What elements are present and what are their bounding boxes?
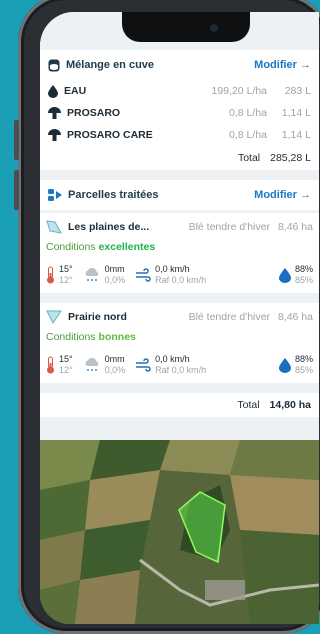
humidity-drop-icon	[278, 267, 291, 283]
temperature: 15° 12°	[46, 264, 73, 286]
parcel-crop: Blé tendre d'hiver	[188, 221, 270, 233]
humidity-low: 85%	[294, 275, 313, 285]
rain-amount: 0mm	[104, 354, 125, 364]
rain: 0mm 0,0%	[83, 264, 126, 286]
camera	[210, 24, 218, 32]
product-total: 283 L	[284, 85, 311, 97]
rain-amount: 0mm	[104, 264, 125, 274]
humidity-value: 88%	[294, 264, 313, 274]
satellite-map[interactable]	[40, 440, 319, 624]
rain: 0mm 0,0%	[83, 354, 126, 376]
divider	[40, 293, 319, 303]
temp-low: 12°	[59, 365, 73, 375]
mushroom-icon	[48, 129, 61, 141]
product-rate: 0,8 L/ha	[229, 129, 267, 141]
app-screen: Mélange en cuve Modifier → EAU 199,20 L/…	[40, 12, 319, 624]
tank-icon	[48, 59, 60, 72]
thermometer-icon	[46, 356, 55, 374]
weather-row: 15° 12° 0mm 0,0% 0,0 km/h Raf 0,0 km/h 8…	[40, 257, 319, 293]
conditions-value: excellentes	[98, 241, 156, 253]
temp-low: 12°	[59, 275, 73, 285]
product-row[interactable]: PROSARO CARE 0,8 L/ha 1,14 L	[40, 124, 319, 146]
parcel-item[interactable]: Prairie nord Blé tendre d'hiver 8,46 ha …	[40, 303, 319, 383]
parcels-icon	[48, 189, 62, 201]
rain-probability: 0,0%	[104, 275, 126, 285]
wind-speed: 0,0 km/h	[155, 264, 190, 274]
parcels-title: Parcelles traitées	[68, 189, 159, 201]
product-rate: 0,8 L/ha	[229, 107, 267, 119]
wind-gust: Raf 0,0 km/h	[155, 365, 207, 375]
cloud-rain-icon	[83, 267, 101, 283]
humidity-drop-icon	[278, 357, 291, 373]
product-row[interactable]: PROSARO 0,8 L/ha 1,14 L	[40, 102, 319, 124]
parcels-card: Parcelles traitées Modifier →	[40, 180, 319, 210]
humidity: 88% 85%	[278, 264, 313, 286]
product-total: 1,14 L	[281, 129, 311, 141]
wind: 0,0 km/h Raf 0,0 km/h	[135, 264, 206, 286]
wind-icon	[135, 358, 151, 372]
parcels-total-row: Total 14,80 ha	[40, 393, 319, 417]
humidity: 88% 85%	[278, 354, 313, 376]
wind-speed: 0,0 km/h	[155, 354, 190, 364]
wind-gust: Raf 0,0 km/h	[155, 275, 207, 285]
conditions-label: Conditions	[46, 241, 96, 253]
conditions-label: Conditions	[46, 331, 96, 343]
product-name: PROSARO CARE	[67, 129, 153, 141]
parcel-header: Prairie nord Blé tendre d'hiver 8,46 ha	[40, 303, 319, 331]
parcels-header: Parcelles traitées Modifier →	[40, 180, 319, 210]
weather-row: 15° 12° 0mm 0,0% 0,0 km/h Raf 0,0 km/h 8…	[40, 347, 319, 383]
humidity-low: 85%	[294, 365, 313, 375]
parcel-header: Les plaines de... Blé tendre d'hiver 8,4…	[40, 213, 319, 241]
parcel-name: Prairie nord	[68, 311, 127, 323]
product-total: 1,14 L	[281, 107, 311, 119]
tank-mix-title: Mélange en cuve	[66, 59, 155, 71]
thermometer-icon	[46, 266, 55, 284]
parcel-name: Les plaines de...	[68, 221, 150, 233]
parcels-total-label: Total	[237, 399, 260, 411]
notch	[122, 12, 250, 42]
divider	[40, 383, 319, 393]
tank-total-label: Total	[237, 152, 261, 164]
conditions: Conditions bonnes	[40, 331, 319, 347]
mushroom-icon	[48, 107, 61, 119]
parcel-area: 8,46 ha	[277, 311, 313, 323]
arrow-right-icon: →	[300, 189, 311, 201]
temperature: 15° 12°	[46, 354, 73, 376]
tank-mix-header: Mélange en cuve Modifier →	[40, 50, 319, 80]
parcel-crop: Blé tendre d'hiver	[188, 311, 270, 323]
wind-icon	[135, 268, 151, 282]
parcels-total-card: Total 14,80 ha	[40, 393, 319, 417]
temp-high: 15°	[59, 264, 73, 274]
product-rate: 199,20 L/ha	[211, 85, 267, 97]
parcels-total-value: 14,80 ha	[269, 399, 311, 411]
rain-probability: 0,0%	[104, 365, 126, 375]
volume-button	[14, 120, 19, 160]
product-name: PROSARO	[67, 107, 121, 119]
humidity-value: 88%	[294, 354, 313, 364]
drop-icon	[48, 84, 58, 98]
tank-total-value: 285,28 L	[270, 152, 311, 164]
temp-high: 15°	[59, 354, 73, 364]
tank-total-row: Total 285,28 L	[40, 146, 319, 170]
tank-mix-card: Mélange en cuve Modifier → EAU 199,20 L/…	[40, 50, 319, 170]
field-shape-icon	[46, 310, 62, 324]
field-shape-icon	[46, 220, 62, 234]
divider	[40, 170, 319, 180]
product-row[interactable]: EAU 199,20 L/ha 283 L	[40, 80, 319, 102]
conditions-value: bonnes	[98, 331, 136, 343]
cloud-rain-icon	[83, 357, 101, 373]
product-name: EAU	[64, 85, 87, 97]
parcel-item[interactable]: Les plaines de... Blé tendre d'hiver 8,4…	[40, 213, 319, 293]
volume-button-2	[14, 170, 19, 210]
wind: 0,0 km/h Raf 0,0 km/h	[135, 354, 206, 376]
tank-mix-modify-button[interactable]: Modifier →	[254, 59, 311, 71]
parcel-area: 8,46 ha	[277, 221, 313, 233]
parcels-modify-button[interactable]: Modifier →	[254, 189, 311, 201]
conditions: Conditions excellentes	[40, 241, 319, 257]
arrow-right-icon: →	[300, 59, 311, 71]
